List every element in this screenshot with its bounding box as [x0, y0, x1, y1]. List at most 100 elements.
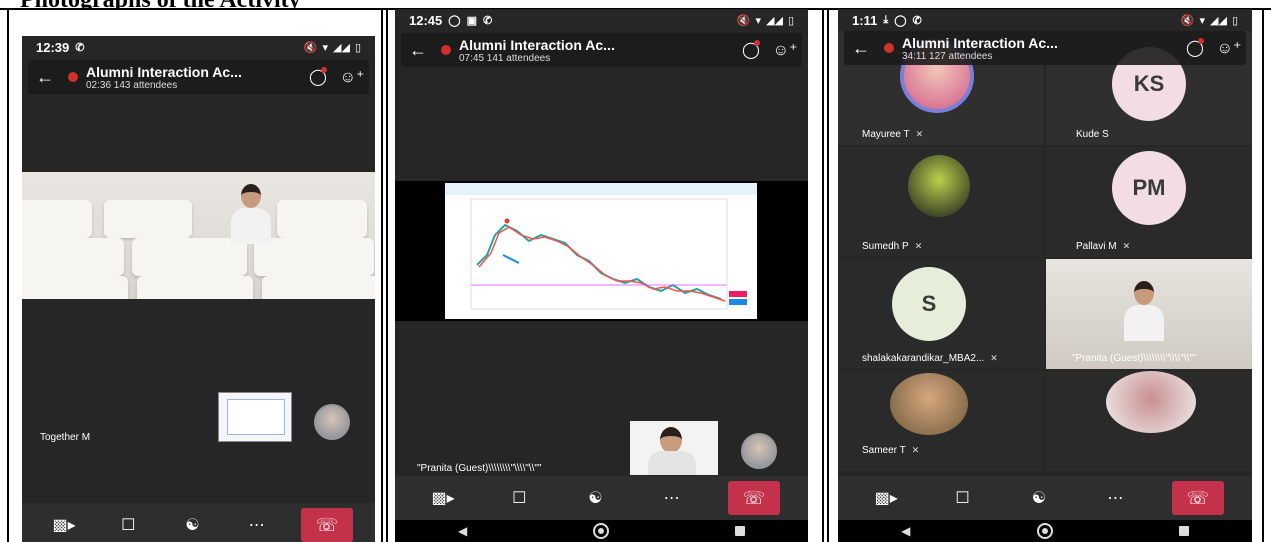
table-border-4 [827, 8, 829, 542]
participant-name: Pallavi M ✕ [1076, 241, 1131, 252]
participant-label: "Pranita (Guest)\\\\\\\\"\\\\"\\"" [417, 463, 542, 474]
call-controls: ▩▸ ☐ ☯ ⋯ ☏ [22, 503, 375, 542]
recording-dot-icon [68, 72, 78, 82]
back-arrow-icon[interactable]: ← [401, 40, 435, 61]
back-arrow-icon[interactable]: ← [844, 38, 878, 59]
avatar [314, 404, 350, 440]
nav-back-icon[interactable]: ◀ [458, 524, 467, 538]
hang-up-button[interactable]: ☏ [300, 508, 353, 542]
hang-up-icon: ☏ [1186, 487, 1209, 508]
hang-up-icon: ☏ [315, 514, 339, 535]
nav-recents-icon[interactable] [1178, 526, 1189, 536]
screen-share [395, 181, 808, 321]
table-border-left [7, 8, 9, 542]
system-icons: 🔇 ▾ ◢◢ ▯ [737, 14, 794, 27]
battery-icon: ▯ [1231, 14, 1238, 27]
signal-icon: ◢◢ [1210, 14, 1227, 27]
download-icon: ⤓ [883, 13, 889, 26]
mic-off-icon: ✕ [915, 129, 924, 139]
nav-home-icon[interactable] [1036, 523, 1053, 539]
self-preview[interactable] [218, 392, 292, 442]
headset-icon[interactable]: ☯ [1019, 488, 1059, 508]
call-title: Alumni Interaction Ac... [459, 36, 615, 53]
shared-chart [445, 183, 757, 319]
video-off-icon[interactable]: ▩▸ [866, 488, 906, 508]
table-border-1 [381, 8, 383, 542]
battery-icon: ▯ [354, 41, 361, 54]
chat-badge [321, 67, 327, 73]
wifi-icon: ▾ [755, 14, 762, 27]
participant-name: Mayuree T ✕ [862, 129, 924, 140]
status-bar: 1:11 ⤓ ◯ ✆ 🔇 ▾ ◢◢ ▯ [838, 9, 1252, 31]
back-arrow-icon[interactable]: ← [28, 67, 62, 88]
more-icon[interactable]: ⋯ [652, 488, 692, 508]
phone-screenshot-2: 12:45 ◯ ▣ ✆ 🔇 ▾ ◢◢ ▯ ← Alumni Interactio… [395, 9, 808, 542]
table-border-right [1262, 8, 1264, 542]
participant-tile[interactable]: Sameer T ✕ [838, 371, 1044, 471]
clock: 12:39 [36, 39, 70, 55]
presenter-video[interactable] [630, 421, 718, 475]
mic-off-icon[interactable]: ☐ [943, 488, 983, 508]
wifi-icon: ▾ [1199, 14, 1206, 27]
wifi-icon: ▾ [322, 41, 329, 54]
signal-icon: ◢◢ [766, 14, 783, 27]
video-off-icon[interactable]: ▩▸ [44, 515, 84, 535]
chat-icon[interactable]: ◯ [301, 67, 335, 87]
hang-up-icon: ☏ [742, 487, 766, 508]
participant-label: Together M [40, 432, 91, 443]
mic-off-icon: ✕ [914, 241, 923, 251]
speaker-video [227, 184, 275, 244]
android-nav-bar: ◀ [838, 520, 1252, 542]
hang-up-button[interactable]: ☏ [1171, 481, 1224, 515]
clock: 1:11 [852, 12, 878, 28]
call-controls: ▩▸ ☐ ☯ ⋯ ☏ [395, 476, 808, 520]
more-icon[interactable]: ⋯ [237, 515, 277, 535]
system-icons: 🔇 ▾ ◢◢ ▯ [304, 41, 361, 54]
add-people-icon[interactable]: ☺⁺ [1212, 38, 1246, 58]
video-feed-auditorium [22, 172, 375, 299]
participant-tile[interactable]: PM Pallavi M ✕ [1046, 147, 1252, 257]
nav-recents-icon[interactable] [735, 526, 746, 536]
shared-chart-header [445, 183, 757, 195]
participant-name: Sameer T ✕ [862, 445, 920, 456]
table-border-2 [386, 8, 388, 542]
signal-icon: ◢◢ [333, 41, 350, 54]
headset-icon[interactable]: ☯ [575, 488, 615, 508]
mic-off-icon[interactable]: ☐ [108, 515, 148, 535]
nav-back-icon[interactable]: ◀ [901, 524, 910, 538]
call-duration: 02:36 143 attendees [86, 79, 178, 91]
call-duration: 34:11 127 attendees [902, 50, 993, 62]
chat-icon[interactable]: ◯ [1178, 38, 1212, 58]
participant-photo [908, 155, 970, 217]
android-nav-bar: ◀ [395, 520, 808, 542]
participant-name: "Pranita (Guest)\\\\\\\\"\\\\"\\"" [1072, 353, 1197, 364]
participant-name: shalakakarandikar_MBA2... ✕ [862, 353, 998, 364]
nav-home-icon[interactable] [593, 523, 610, 539]
mute-icon: 🔇 [736, 14, 751, 27]
participant-tile[interactable]: "Pranita (Guest)\\\\\\\\"\\\\"\\"" [1046, 259, 1252, 369]
phone-icon: ✆ [75, 41, 85, 54]
participant-tile[interactable]: S shalakakarandikar_MBA2... ✕ [838, 259, 1044, 369]
mic-off-icon: ✕ [1122, 241, 1131, 251]
headset-icon[interactable]: ☯ [172, 515, 212, 535]
video-off-icon[interactable]: ▩▸ [423, 488, 463, 508]
avatar [741, 433, 777, 469]
phone-screenshot-1: 12:39 ✆ 🔇 ▾ ◢◢ ▯ ← Alumni Interaction Ac… [22, 36, 375, 542]
participant-photo [1106, 371, 1196, 433]
call-title: Alumni Interaction Ac... [86, 63, 242, 80]
participant-photo [890, 373, 968, 435]
participant-initials: PM [1112, 151, 1186, 225]
add-people-icon[interactable]: ☺⁺ [335, 67, 369, 87]
mic-off-icon[interactable]: ☐ [499, 488, 539, 508]
more-icon[interactable]: ⋯ [1095, 488, 1135, 508]
system-icons: 🔇 ▾ ◢◢ ▯ [1181, 14, 1238, 27]
participant-tile[interactable]: Sumedh P ✕ [838, 147, 1044, 257]
chat-icon[interactable]: ◯ [734, 40, 768, 60]
hang-up-button[interactable]: ☏ [727, 481, 780, 515]
status-bar: 12:45 ◯ ▣ ✆ 🔇 ▾ ◢◢ ▯ [395, 9, 808, 31]
recording-dot-icon [884, 43, 894, 53]
add-people-icon[interactable]: ☺⁺ [768, 40, 802, 60]
mic-off-icon: ✕ [911, 445, 920, 455]
whatsapp-icon: ◯ [894, 14, 907, 27]
participant-tile[interactable] [1046, 371, 1252, 471]
